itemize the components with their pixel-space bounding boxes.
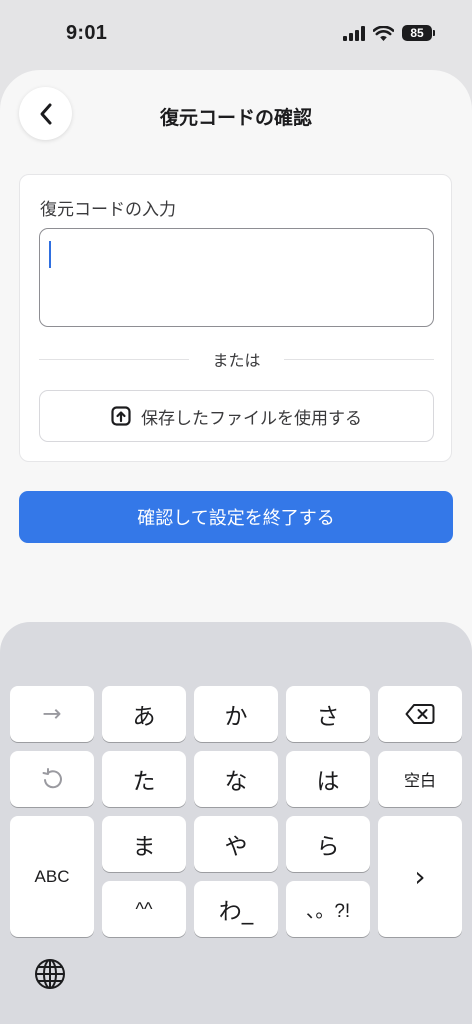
key-na[interactable]: な (194, 751, 278, 807)
japanese-kana-keyboard: → あ か さ た な は 空白 ABC ま や ら › ^^ わ_ 、。?! (0, 622, 472, 1024)
key-wa[interactable]: わ_ (194, 881, 278, 937)
use-saved-file-button[interactable]: 保存したファイルを使用する (39, 390, 434, 442)
key-ta[interactable]: た (102, 751, 186, 807)
confirm-button-label: 確認して設定を終了する (137, 508, 335, 529)
key-ya[interactable]: や (194, 816, 278, 872)
abc-key[interactable]: ABC (10, 816, 94, 937)
key-ka[interactable]: か (194, 686, 278, 742)
globe-icon[interactable] (34, 958, 66, 990)
page-title: 復元コードの確認 (159, 107, 312, 129)
next-key[interactable]: › (378, 816, 462, 937)
battery-indicator: 85 (402, 25, 435, 41)
status-time: 9:01 (66, 22, 108, 44)
key-ma[interactable]: ま (102, 816, 186, 872)
text-caret (49, 241, 51, 268)
key-ha[interactable]: は (286, 751, 370, 807)
space-key[interactable]: 空白 (378, 751, 462, 807)
wifi-icon (373, 25, 394, 41)
upload-file-icon (111, 406, 131, 426)
cellular-signal-icon (343, 25, 365, 41)
recovery-code-card: 復元コードの入力 または 保存したファイルを使用する (19, 174, 452, 462)
key-arrow-right[interactable]: → (10, 686, 94, 742)
key-sa[interactable]: さ (286, 686, 370, 742)
status-bar: 9:01 85 (0, 0, 472, 70)
use-saved-file-label: 保存したファイルを使用する (141, 408, 362, 429)
undo-icon (42, 768, 62, 789)
key-a[interactable]: あ (102, 686, 186, 742)
status-icons: 85 (343, 25, 435, 41)
confirm-and-finish-button[interactable]: 確認して設定を終了する (19, 491, 453, 543)
key-emoticon[interactable]: ^^ (102, 881, 186, 937)
undo-key[interactable] (10, 751, 94, 807)
or-text: または (212, 351, 261, 370)
delete-left-icon (405, 704, 435, 724)
backspace-key[interactable] (378, 686, 462, 742)
key-punctuation[interactable]: 、。?! (286, 881, 370, 937)
key-ra[interactable]: ら (286, 816, 370, 872)
or-divider: または (39, 347, 434, 371)
recovery-code-input[interactable] (39, 228, 434, 327)
recovery-code-label: 復元コードの入力 (40, 200, 176, 220)
